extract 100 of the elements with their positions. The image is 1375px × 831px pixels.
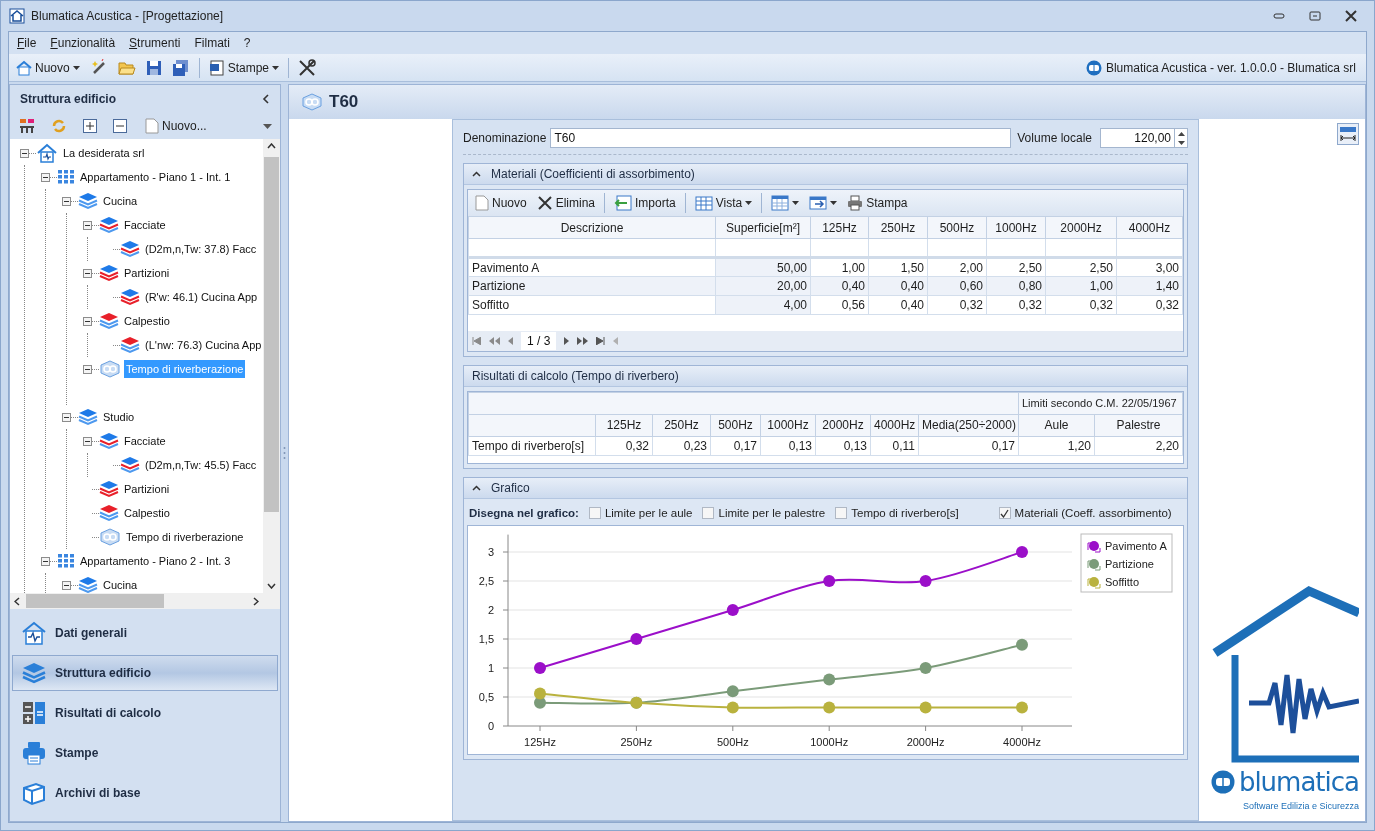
previous-icon[interactable] [508,336,513,345]
tree-item[interactable]: (R'w: 46.1) Cucina App [143,288,260,306]
brand-tagline: Software Edilizia e Sicurezza [1242,801,1359,811]
spin-up-icon[interactable] [1177,131,1185,136]
new-button[interactable]: Nuovo [13,55,83,80]
tree-item[interactable]: Calpestio [122,504,172,522]
tree-item[interactable]: (D2m,n,Tw: 37.8) Facc [143,240,259,258]
dropdown-icon[interactable] [263,123,272,129]
tree-item[interactable]: La desiderata srl [61,144,147,162]
expand-all-icon[interactable] [82,118,98,134]
column-header[interactable]: 1000Hz [986,216,1046,239]
toolbar-button[interactable]: Nuovo [472,191,530,215]
collapse-toggle[interactable] [41,556,50,566]
collapse-toggle[interactable] [83,436,92,446]
logo-icon [1085,59,1102,76]
layers-icon [120,240,140,258]
tree-item[interactable]: Cucina [101,576,140,593]
data-point [534,696,546,709]
collapse-toggle[interactable] [83,220,92,230]
menu-item[interactable]: File [11,34,43,52]
tree-item[interactable]: Partizioni [122,264,172,282]
collapse-toggle[interactable] [41,172,50,182]
nav-item[interactable]: Stampe [12,735,278,771]
toolbar-button[interactable]: Stampa [844,191,911,215]
layers-icon [99,432,119,450]
collapse-all-icon[interactable] [112,118,128,134]
spin-buttons[interactable] [1174,128,1188,148]
window-title: Blumatica Acustica - [Progettazione] [31,9,224,23]
tree-item[interactable]: Studio [101,408,137,426]
scroll-left-icon[interactable] [14,596,20,606]
checkbox[interactable]: Materiali (Coeff. assorbimento) [998,507,1172,519]
tree-item[interactable]: (L'nw: 76.3) Cucina App [143,336,263,354]
first-page-icon[interactable] [472,336,481,345]
column-header[interactable]: Descrizione [468,216,716,239]
fit-width-button[interactable] [1337,123,1359,145]
splitter-handle[interactable] [283,446,286,460]
column-header[interactable]: Superficie[m²] [715,216,811,239]
collapse-toggle[interactable] [62,196,71,206]
collapse-icon[interactable] [472,485,481,491]
collapse-icon[interactable] [472,171,481,177]
scroll-up-icon[interactable] [267,143,276,149]
minimize-icon[interactable] [1273,13,1285,19]
toolbar-button[interactable]: Importa [611,191,679,215]
print-button[interactable]: Stampe [205,55,283,80]
layers-icon [78,192,98,210]
menu-item[interactable]: Funzionalità [44,34,122,52]
nav-item[interactable]: Dati generali [12,615,278,651]
volume-field[interactable]: 120,00 [1100,128,1174,148]
name-field[interactable]: T60 [550,128,1012,148]
checkbox[interactable]: Limite per le palestre [702,507,826,519]
layers-icon [99,216,119,234]
next-pages-icon[interactable] [577,336,589,345]
previous-pages-icon[interactable] [489,336,500,345]
checkbox[interactable]: Limite per le aule [588,507,693,519]
checkbox[interactable]: Tempo di riverbero[s] [835,507,959,519]
hierarchy-icon[interactable] [18,117,36,135]
delete-icon [536,195,553,211]
column-header[interactable]: 250Hz [868,216,928,239]
new-item-button[interactable]: Nuovo... [142,114,210,138]
menu-item[interactable]: ? [237,34,257,52]
tree-item[interactable]: Calpestio [122,312,172,330]
tree-item[interactable]: Appartamento - Piano 2 - Int. 3 [78,552,233,570]
vertical-scrollbar[interactable] [263,139,280,593]
tree-item[interactable]: Facciate [122,432,168,450]
restore-icon[interactable] [1309,11,1321,21]
column-header[interactable]: 2000Hz [1045,216,1117,239]
next-icon[interactable] [564,336,570,345]
scrollbar-thumb[interactable] [26,594,164,608]
collapse-toggle[interactable] [62,580,71,590]
scroll-right-icon[interactable] [253,596,259,606]
collapse-toggle[interactable] [62,412,71,422]
last-page-icon[interactable] [596,336,606,345]
column-header[interactable]: 125Hz [810,216,869,239]
tree-item[interactable]: (D2m,n,Tw: 45.5) Facc [143,456,259,474]
nav-item[interactable]: Struttura edificio [12,655,278,691]
data-point [1016,638,1028,651]
spin-down-icon[interactable] [1177,140,1185,145]
collapse-toggle[interactable] [83,364,92,374]
scrollbar-thumb[interactable] [264,157,279,512]
legend-label: Partizione [1105,558,1154,570]
scroll-down-icon[interactable] [267,583,276,589]
menu-item[interactable]: Strumenti [123,34,187,52]
tree-item[interactable]: Partizioni [122,480,172,498]
nav-item[interactable]: Risultati di calcolo [12,695,278,731]
collapse-toggle[interactable] [83,268,92,278]
column-header[interactable]: 500Hz [927,216,987,239]
tree-item[interactable]: Facciate [122,216,168,234]
tree-item[interactable]: Appartamento - Piano 1 - Int. 1 [78,168,233,186]
close-icon[interactable] [1345,10,1357,22]
tree-item[interactable]: Cucina [101,192,140,210]
tree-item[interactable]: Tempo di riverberazione [124,528,246,546]
horizontal-scrollbar[interactable] [10,593,263,609]
toolbar-button[interactable]: Elimina [533,191,599,215]
collapse-toggle[interactable] [83,316,92,326]
column-header[interactable]: 4000Hz [1116,216,1183,239]
toolbar-button[interactable]: Vista [691,191,756,215]
menu-item[interactable]: Filmati [188,34,236,52]
collapse-panel-icon[interactable] [262,94,270,104]
collapse-toggle[interactable] [20,148,29,158]
nav-item[interactable]: Archivi di base [12,775,278,811]
